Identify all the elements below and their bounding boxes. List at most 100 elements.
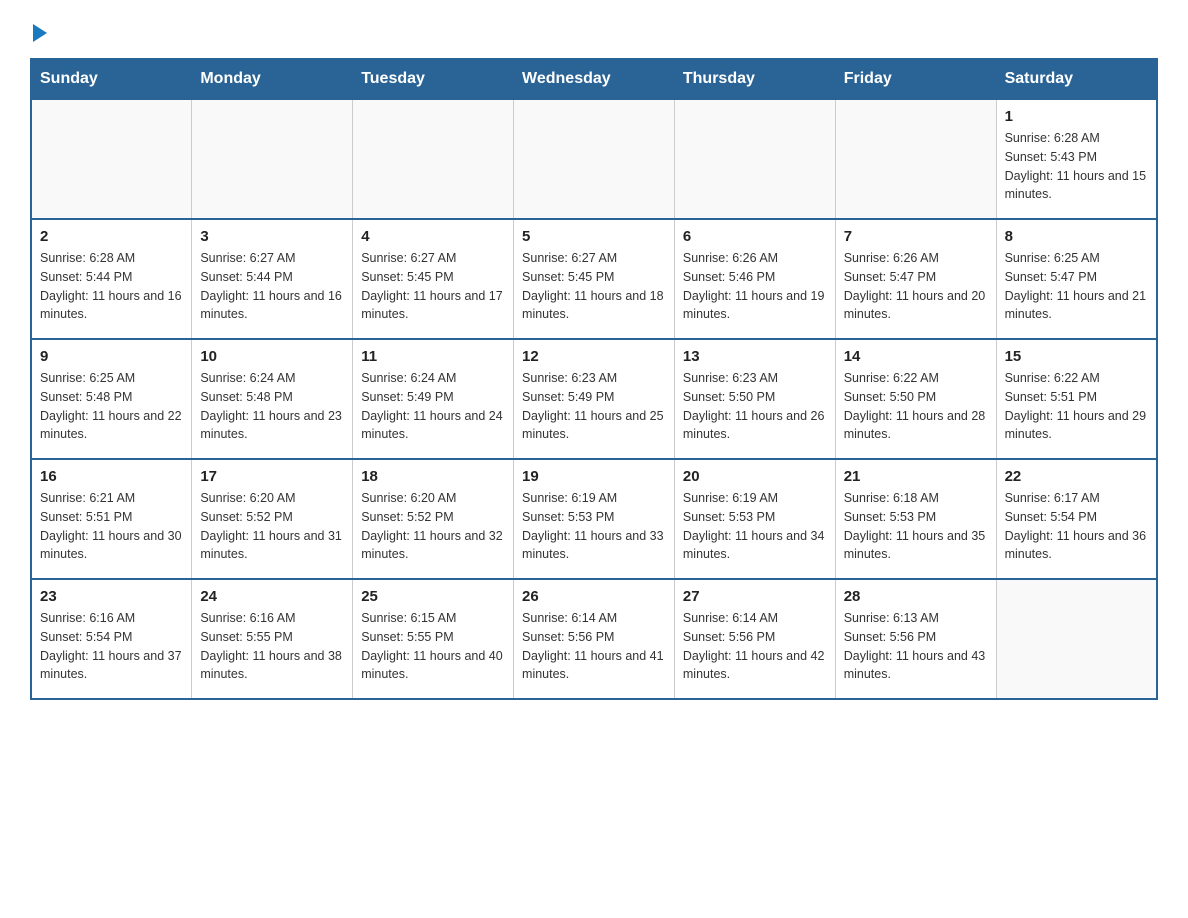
calendar-cell: 9 Sunrise: 6:25 AMSunset: 5:48 PMDaylight… [31, 339, 192, 459]
calendar-cell [31, 99, 192, 219]
day-info: Sunrise: 6:19 AMSunset: 5:53 PMDaylight:… [683, 489, 827, 564]
day-number: 21 [844, 468, 988, 485]
day-info: Sunrise: 6:14 AMSunset: 5:56 PMDaylight:… [522, 609, 666, 684]
page-header [30, 20, 1158, 38]
calendar-cell [353, 99, 514, 219]
weekday-header-monday: Monday [192, 59, 353, 99]
day-info: Sunrise: 6:16 AMSunset: 5:55 PMDaylight:… [200, 609, 344, 684]
day-info: Sunrise: 6:22 AMSunset: 5:50 PMDaylight:… [844, 369, 988, 444]
day-info: Sunrise: 6:23 AMSunset: 5:49 PMDaylight:… [522, 369, 666, 444]
day-number: 24 [200, 588, 344, 605]
calendar-cell: 10 Sunrise: 6:24 AMSunset: 5:48 PMDayligh… [192, 339, 353, 459]
day-info: Sunrise: 6:14 AMSunset: 5:56 PMDaylight:… [683, 609, 827, 684]
day-info: Sunrise: 6:18 AMSunset: 5:53 PMDaylight:… [844, 489, 988, 564]
calendar-cell: 8 Sunrise: 6:25 AMSunset: 5:47 PMDaylight… [996, 219, 1157, 339]
calendar-cell: 18 Sunrise: 6:20 AMSunset: 5:52 PMDayligh… [353, 459, 514, 579]
calendar-cell: 22 Sunrise: 6:17 AMSunset: 5:54 PMDayligh… [996, 459, 1157, 579]
logo [30, 20, 47, 38]
calendar-week-row: 16 Sunrise: 6:21 AMSunset: 5:51 PMDayligh… [31, 459, 1157, 579]
day-info: Sunrise: 6:26 AMSunset: 5:47 PMDaylight:… [844, 249, 988, 324]
day-number: 19 [522, 468, 666, 485]
day-info: Sunrise: 6:25 AMSunset: 5:47 PMDaylight:… [1005, 249, 1148, 324]
calendar-cell: 11 Sunrise: 6:24 AMSunset: 5:49 PMDayligh… [353, 339, 514, 459]
day-info: Sunrise: 6:24 AMSunset: 5:48 PMDaylight:… [200, 369, 344, 444]
calendar-cell: 20 Sunrise: 6:19 AMSunset: 5:53 PMDayligh… [674, 459, 835, 579]
day-info: Sunrise: 6:22 AMSunset: 5:51 PMDaylight:… [1005, 369, 1148, 444]
calendar-cell: 19 Sunrise: 6:19 AMSunset: 5:53 PMDayligh… [514, 459, 675, 579]
day-number: 11 [361, 348, 505, 365]
calendar-cell: 5Sunrise: 6:27 AMSunset: 5:45 PMDaylight… [514, 219, 675, 339]
calendar-cell [996, 579, 1157, 699]
day-number: 5 [522, 228, 666, 245]
calendar-cell: 4 Sunrise: 6:27 AMSunset: 5:45 PMDaylight… [353, 219, 514, 339]
day-number: 8 [1005, 228, 1148, 245]
calendar-week-row: 23 Sunrise: 6:16 AMSunset: 5:54 PMDayligh… [31, 579, 1157, 699]
day-info: Sunrise: 6:25 AMSunset: 5:48 PMDaylight:… [40, 369, 183, 444]
day-number: 27 [683, 588, 827, 605]
day-number: 18 [361, 468, 505, 485]
calendar-cell: 6 Sunrise: 6:26 AMSunset: 5:46 PMDaylight… [674, 219, 835, 339]
day-number: 9 [40, 348, 183, 365]
weekday-header-sunday: Sunday [31, 59, 192, 99]
calendar-cell [514, 99, 675, 219]
day-number: 16 [40, 468, 183, 485]
day-number: 12 [522, 348, 666, 365]
calendar-cell: 2 Sunrise: 6:28 AMSunset: 5:44 PMDaylight… [31, 219, 192, 339]
calendar-week-row: 2 Sunrise: 6:28 AMSunset: 5:44 PMDaylight… [31, 219, 1157, 339]
calendar-cell: 16 Sunrise: 6:21 AMSunset: 5:51 PMDayligh… [31, 459, 192, 579]
day-info: Sunrise: 6:19 AMSunset: 5:53 PMDaylight:… [522, 489, 666, 564]
calendar-cell: 21 Sunrise: 6:18 AMSunset: 5:53 PMDayligh… [835, 459, 996, 579]
calendar-cell [835, 99, 996, 219]
weekday-header-saturday: Saturday [996, 59, 1157, 99]
logo-arrow-icon [33, 24, 47, 42]
day-number: 13 [683, 348, 827, 365]
day-number: 25 [361, 588, 505, 605]
day-number: 10 [200, 348, 344, 365]
day-info: Sunrise: 6:28 AMSunset: 5:43 PMDaylight:… [1005, 129, 1148, 204]
day-info: Sunrise: 6:27 AMSunset: 5:45 PMDaylight:… [361, 249, 505, 324]
day-info: Sunrise: 6:15 AMSunset: 5:55 PMDaylight:… [361, 609, 505, 684]
day-info: Sunrise: 6:20 AMSunset: 5:52 PMDaylight:… [200, 489, 344, 564]
day-info: Sunrise: 6:13 AMSunset: 5:56 PMDaylight:… [844, 609, 988, 684]
day-info: Sunrise: 6:26 AMSunset: 5:46 PMDaylight:… [683, 249, 827, 324]
calendar-cell: 12 Sunrise: 6:23 AMSunset: 5:49 PMDayligh… [514, 339, 675, 459]
day-number: 2 [40, 228, 183, 245]
calendar-week-row: 1 Sunrise: 6:28 AMSunset: 5:43 PMDaylight… [31, 99, 1157, 219]
calendar-cell: 26Sunrise: 6:14 AMSunset: 5:56 PMDayligh… [514, 579, 675, 699]
weekday-header-thursday: Thursday [674, 59, 835, 99]
day-info: Sunrise: 6:23 AMSunset: 5:50 PMDaylight:… [683, 369, 827, 444]
calendar-cell: 24 Sunrise: 6:16 AMSunset: 5:55 PMDayligh… [192, 579, 353, 699]
day-number: 7 [844, 228, 988, 245]
day-number: 3 [200, 228, 344, 245]
day-info: Sunrise: 6:17 AMSunset: 5:54 PMDaylight:… [1005, 489, 1148, 564]
calendar-header-row: SundayMondayTuesdayWednesdayThursdayFrid… [31, 59, 1157, 99]
day-number: 20 [683, 468, 827, 485]
calendar-cell: 3 Sunrise: 6:27 AMSunset: 5:44 PMDaylight… [192, 219, 353, 339]
calendar-cell: 14 Sunrise: 6:22 AMSunset: 5:50 PMDayligh… [835, 339, 996, 459]
calendar-cell: 28 Sunrise: 6:13 AMSunset: 5:56 PMDayligh… [835, 579, 996, 699]
calendar-cell: 23 Sunrise: 6:16 AMSunset: 5:54 PMDayligh… [31, 579, 192, 699]
day-info: Sunrise: 6:24 AMSunset: 5:49 PMDaylight:… [361, 369, 505, 444]
day-number: 23 [40, 588, 183, 605]
calendar-cell: 1 Sunrise: 6:28 AMSunset: 5:43 PMDaylight… [996, 99, 1157, 219]
day-info: Sunrise: 6:21 AMSunset: 5:51 PMDaylight:… [40, 489, 183, 564]
weekday-header-wednesday: Wednesday [514, 59, 675, 99]
weekday-header-tuesday: Tuesday [353, 59, 514, 99]
day-number: 28 [844, 588, 988, 605]
day-number: 14 [844, 348, 988, 365]
weekday-header-friday: Friday [835, 59, 996, 99]
day-info: Sunrise: 6:20 AMSunset: 5:52 PMDaylight:… [361, 489, 505, 564]
calendar-cell: 25 Sunrise: 6:15 AMSunset: 5:55 PMDayligh… [353, 579, 514, 699]
calendar-week-row: 9 Sunrise: 6:25 AMSunset: 5:48 PMDaylight… [31, 339, 1157, 459]
calendar-cell: 17Sunrise: 6:20 AMSunset: 5:52 PMDayligh… [192, 459, 353, 579]
calendar-cell: 7 Sunrise: 6:26 AMSunset: 5:47 PMDaylight… [835, 219, 996, 339]
day-number: 6 [683, 228, 827, 245]
day-number: 4 [361, 228, 505, 245]
day-info: Sunrise: 6:16 AMSunset: 5:54 PMDaylight:… [40, 609, 183, 684]
calendar-table: SundayMondayTuesdayWednesdayThursdayFrid… [30, 58, 1158, 700]
calendar-cell: 27 Sunrise: 6:14 AMSunset: 5:56 PMDayligh… [674, 579, 835, 699]
day-number: 1 [1005, 108, 1148, 125]
day-info: Sunrise: 6:27 AMSunset: 5:44 PMDaylight:… [200, 249, 344, 324]
day-info: Sunrise: 6:28 AMSunset: 5:44 PMDaylight:… [40, 249, 183, 324]
day-number: 22 [1005, 468, 1148, 485]
